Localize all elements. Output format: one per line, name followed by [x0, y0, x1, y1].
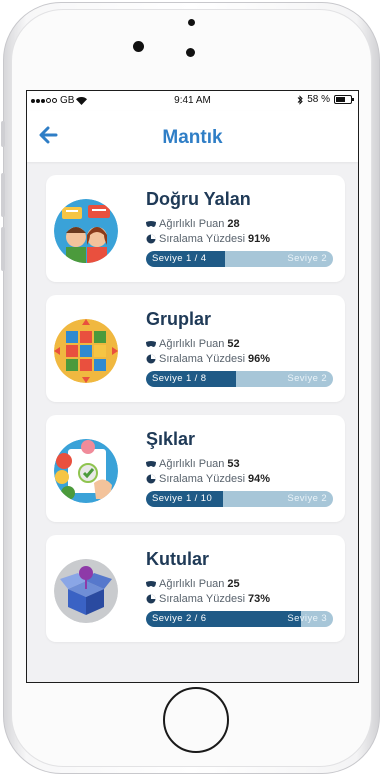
game-card-kutular[interactable]: Kutular Ağırlıklı Puan 25 Sıralama Yüzde…: [46, 535, 345, 642]
weighted-score-label: Ağırlıklı Puan: [159, 218, 225, 230]
weighted-score-label: Ağırlıklı Puan: [159, 578, 225, 590]
level-next-label: Seviye 2: [287, 253, 327, 264]
ranking-value: 73%: [248, 593, 271, 605]
page-title: Mantık: [162, 127, 223, 148]
level-progress-bar: Seviye 2 / 6 Seviye 3: [146, 611, 333, 627]
level-next-label: Seviye 2: [287, 493, 327, 504]
pie-chart-icon: [146, 474, 156, 484]
ranking-row: Sıralama Yüzdesi 96%: [146, 353, 270, 365]
proximity-sensor: [188, 19, 195, 26]
box-cube-icon: [54, 559, 118, 623]
weighted-score-value: 28: [227, 218, 240, 230]
game-title: Şıklar: [146, 429, 196, 449]
weighted-score-label: Ağırlıklı Puan: [159, 338, 225, 350]
ranking-value: 96%: [248, 353, 271, 365]
weighted-score-row: Ağırlıklı Puan 53: [146, 458, 240, 470]
mask-icon: [146, 461, 156, 467]
level-next-label: Seviye 3: [287, 613, 327, 624]
mask-icon: [146, 341, 156, 347]
game-title: Gruplar: [146, 309, 212, 329]
letter-grid-icon: [54, 319, 118, 383]
game-title: Doğru Yalan: [146, 189, 251, 209]
ranking-row: Sıralama Yüzdesi 94%: [146, 473, 270, 485]
ranking-label: Sıralama Yüzdesi: [159, 353, 246, 365]
level-current-label: Seviye 1 / 10: [152, 493, 213, 504]
bluetooth-icon: [297, 94, 303, 105]
game-card-siklar[interactable]: Şıklar Ağırlıklı Puan 53 Sıralama Yüzdes…: [46, 415, 345, 522]
ranking-label: Sıralama Yüzdesi: [159, 473, 246, 485]
status-bar: GB 9:41 AM 58 %: [27, 91, 358, 111]
mask-icon: [146, 221, 156, 227]
nav-bar: Mantık: [27, 111, 358, 162]
level-current-label: Seviye 1 / 4: [152, 253, 207, 264]
level-next-label: Seviye 2: [287, 373, 327, 384]
ranking-row: Sıralama Yüzdesi 73%: [146, 593, 270, 605]
level-progress-bar: Seviye 1 / 8 Seviye 2: [146, 371, 333, 387]
front-camera: [133, 41, 144, 52]
status-right: 58 %: [297, 94, 354, 105]
ranking-label: Sıralama Yüzdesi: [159, 233, 246, 245]
level-current-label: Seviye 2 / 6: [152, 613, 207, 624]
mute-switch: [1, 121, 5, 147]
mask-icon: [146, 581, 156, 587]
game-title: Kutular: [146, 549, 209, 569]
app-screen: GB 9:41 AM 58 % Mantık Doğru Yalan Ağırl…: [26, 90, 359, 683]
game-card-dogru-yalan[interactable]: Doğru Yalan Ağırlıklı Puan 28 Sıralama Y…: [46, 175, 345, 282]
ranking-value: 94%: [248, 473, 271, 485]
battery-icon: [334, 95, 354, 104]
ranking-row: Sıralama Yüzdesi 91%: [146, 233, 270, 245]
game-list: Doğru Yalan Ağırlıklı Puan 28 Sıralama Y…: [27, 162, 358, 642]
pie-chart-icon: [146, 234, 156, 244]
weighted-score-value: 25: [227, 578, 240, 590]
volume-up-button: [1, 173, 5, 217]
weighted-score-value: 52: [227, 338, 240, 350]
level-progress-bar: Seviye 1 / 10 Seviye 2: [146, 491, 333, 507]
level-current-label: Seviye 1 / 8: [152, 373, 207, 384]
earpiece-dot: [186, 48, 195, 57]
level-progress-bar: Seviye 1 / 4 Seviye 2: [146, 251, 333, 267]
weighted-score-row: Ağırlıklı Puan 25: [146, 578, 240, 590]
home-button[interactable]: [163, 687, 229, 753]
pie-chart-icon: [146, 594, 156, 604]
multiple-choice-icon: [54, 439, 118, 503]
weighted-score-label: Ağırlıklı Puan: [159, 458, 225, 470]
game-card-gruplar[interactable]: Gruplar Ağırlıklı Puan 52 Sıralama Yüzde…: [46, 295, 345, 402]
weighted-score-row: Ağırlıklı Puan 28: [146, 218, 240, 230]
pie-chart-icon: [146, 354, 156, 364]
two-people-speech-icon: [54, 199, 118, 263]
weighted-score-row: Ağırlıklı Puan 52: [146, 338, 240, 350]
ranking-label: Sıralama Yüzdesi: [159, 593, 246, 605]
volume-down-button: [1, 227, 5, 271]
battery-percent: 58 %: [307, 94, 330, 105]
ranking-value: 91%: [248, 233, 271, 245]
weighted-score-value: 53: [227, 458, 240, 470]
